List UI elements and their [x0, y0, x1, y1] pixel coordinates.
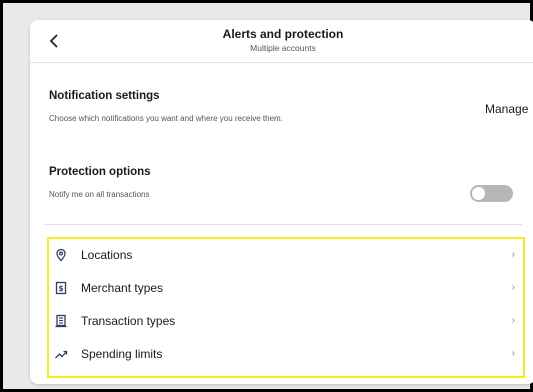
- chevron-right-icon: ›: [511, 348, 515, 359]
- manage-button[interactable]: Manage: [485, 102, 528, 116]
- merchant-types-item[interactable]: $ Merchant types ›: [49, 272, 523, 305]
- chevron-right-icon: ›: [511, 282, 515, 293]
- app-frame: Alerts and protection Multiple accounts …: [3, 3, 533, 389]
- page-subtitle: Multiple accounts: [250, 43, 316, 53]
- spending-limits-label: Spending limits: [81, 347, 163, 361]
- chevron-right-icon: ›: [511, 249, 515, 260]
- merchant-types-label: Merchant types: [81, 281, 164, 295]
- toggle-knob: [472, 187, 485, 200]
- transaction-types-item[interactable]: Transaction types ›: [49, 305, 523, 338]
- location-pin-icon: [54, 248, 68, 262]
- trending-up-icon: [54, 347, 68, 361]
- protection-options-description: Notify me on all transactions: [49, 190, 150, 199]
- chevron-right-icon: ›: [511, 315, 515, 326]
- merchant-icon: $: [54, 281, 68, 295]
- protection-options-title: Protection options: [49, 166, 151, 178]
- transaction-types-label: Transaction types: [81, 314, 176, 328]
- alerts-card: Alerts and protection Multiple accounts …: [30, 20, 533, 384]
- spending-limits-item[interactable]: Spending limits ›: [49, 338, 523, 371]
- page-title: Alerts and protection: [222, 27, 344, 41]
- section-divider: [44, 224, 522, 225]
- page-header: Alerts and protection Multiple accounts: [30, 20, 533, 63]
- locations-item[interactable]: Locations ›: [49, 239, 523, 272]
- protection-toggle[interactable]: [470, 185, 513, 202]
- notification-settings-title: Notification settings: [49, 90, 160, 102]
- notification-settings-description: Choose which notifications you want and …: [49, 114, 283, 123]
- building-icon: [54, 314, 68, 328]
- svg-text:$: $: [58, 284, 63, 293]
- locations-label: Locations: [81, 248, 133, 262]
